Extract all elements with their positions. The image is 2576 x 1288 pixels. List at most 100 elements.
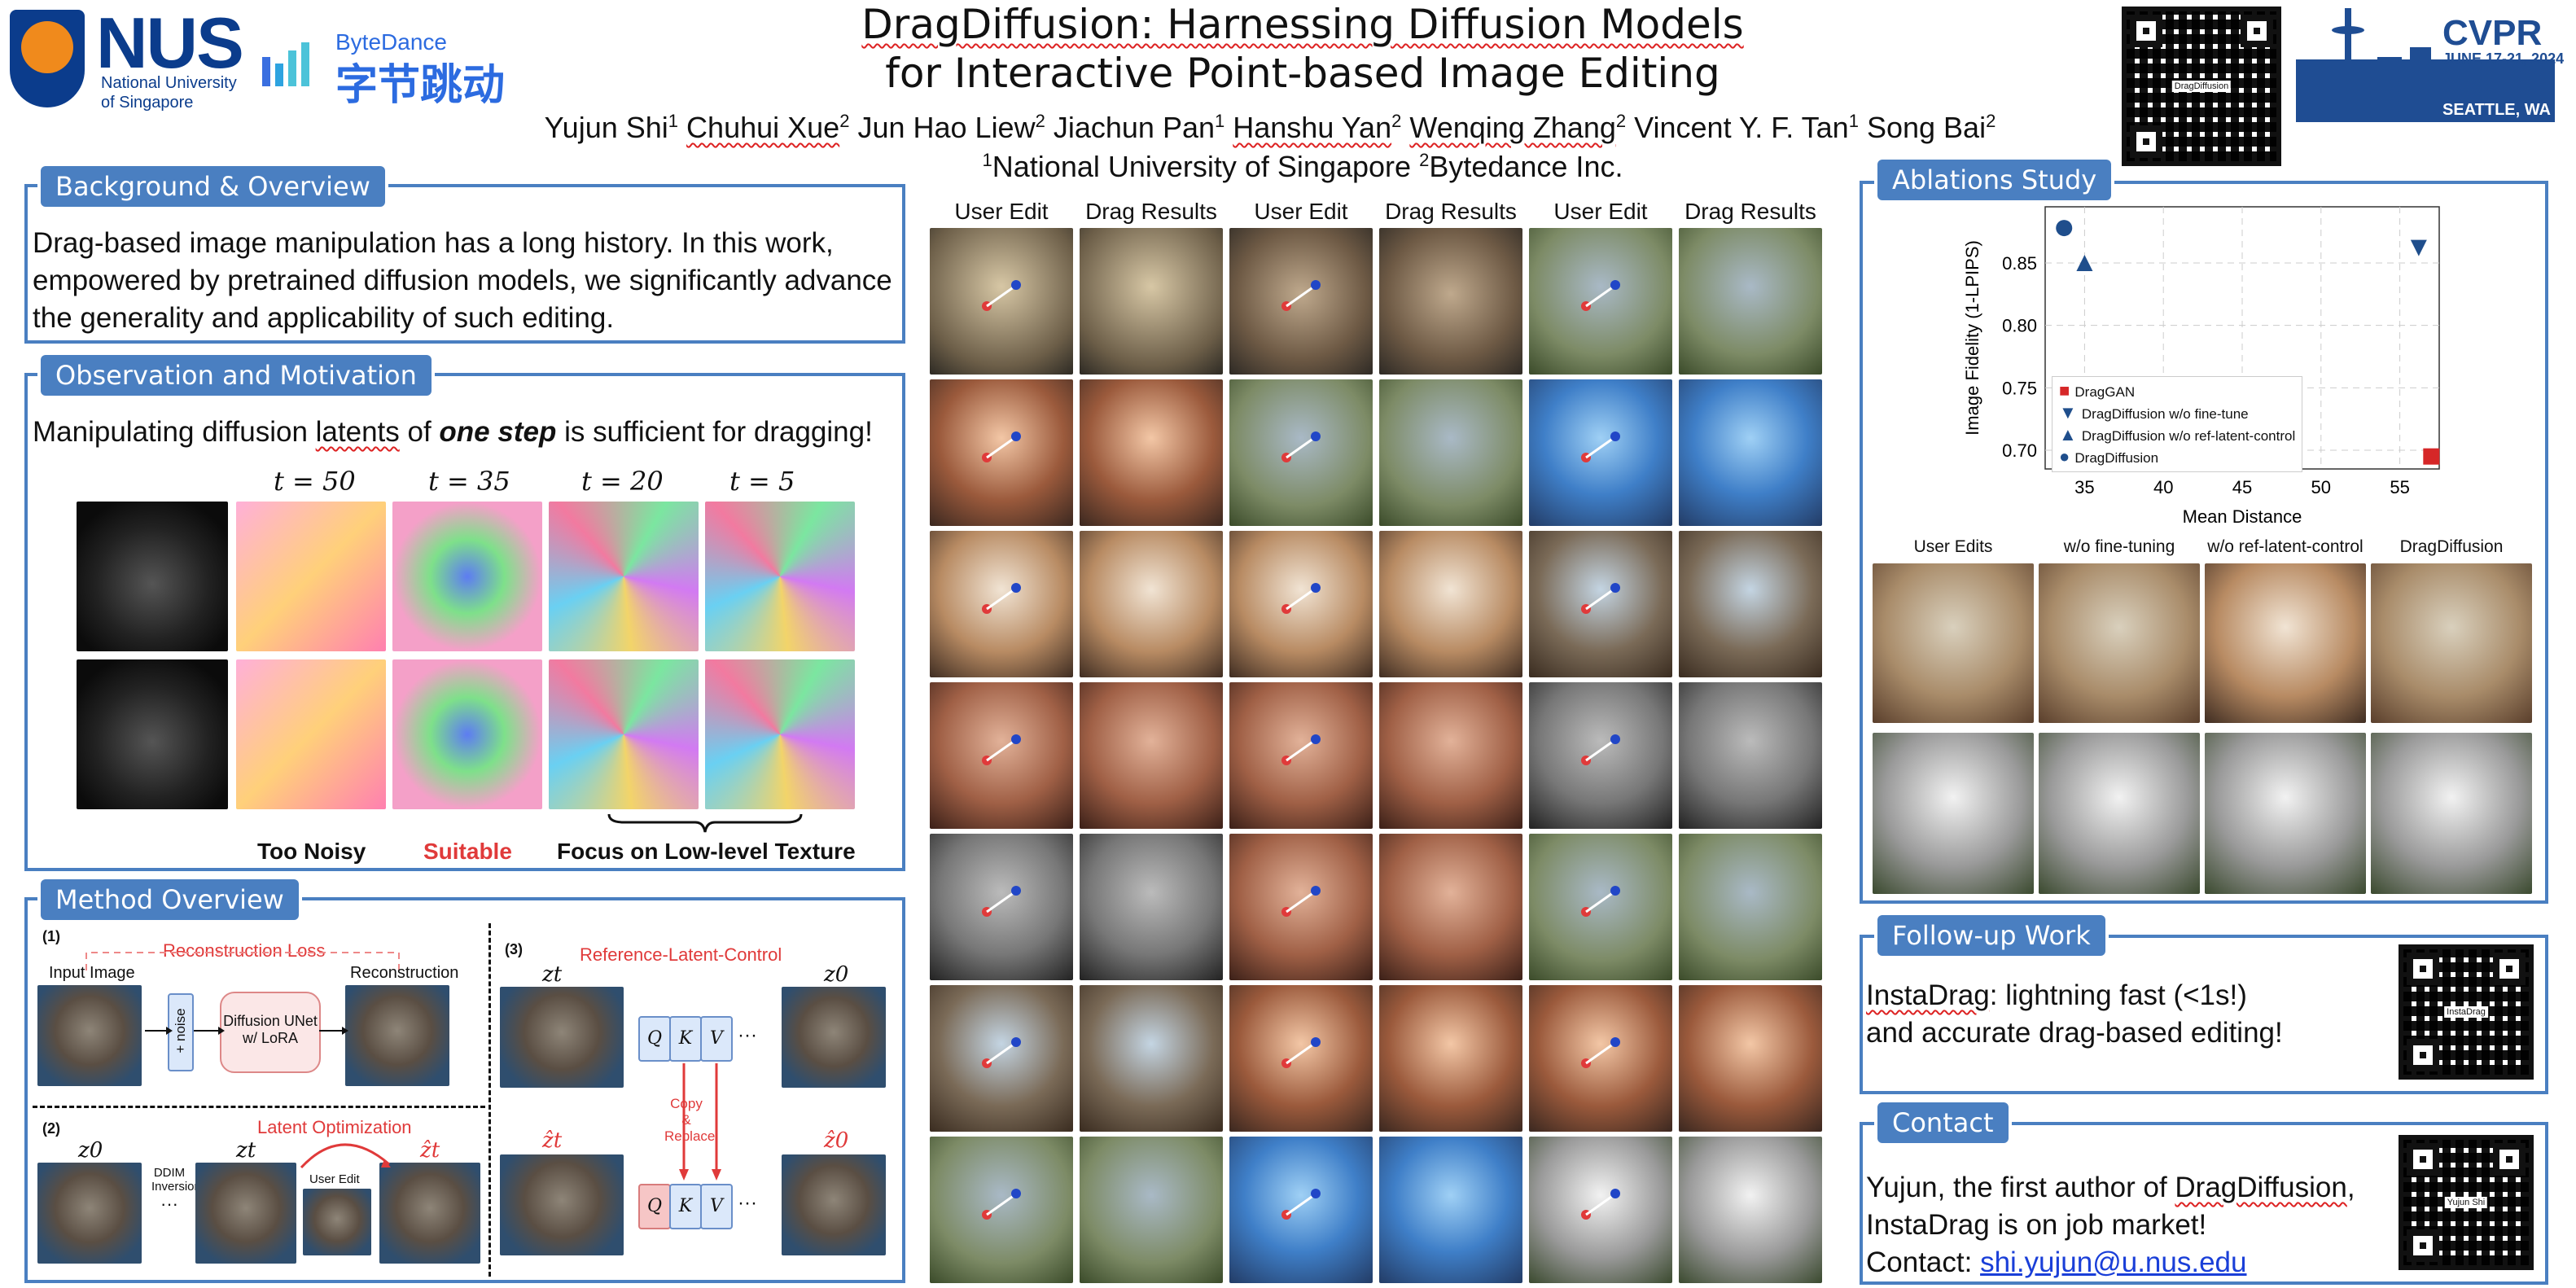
author-name: Song Bai — [1866, 111, 1987, 144]
raccoon-zt-ref-image — [500, 987, 624, 1088]
drag-arrow-icon — [982, 886, 1021, 917]
author-name: Wenqing Zhang — [1409, 111, 1616, 144]
affiliation-number: 2 — [1419, 150, 1430, 170]
drag-arrow-icon — [982, 734, 1021, 765]
background-text: Drag-based image manipulation has a long… — [33, 227, 892, 334]
chart-y-tick-label: 0.85 — [2002, 253, 2037, 274]
legend-entry: ■ DragGAN — [2059, 380, 2295, 402]
timestep-label: t = 50 — [274, 466, 356, 497]
affiliation-name: Bytedance Inc. — [1429, 150, 1623, 183]
user-edit-image — [1229, 1137, 1373, 1283]
background-section: Drag-based image manipulation has a long… — [24, 184, 905, 344]
method-divider-h — [33, 1106, 485, 1108]
obs-text-latents: latents — [315, 416, 400, 448]
author-name: Jun Hao Liew — [857, 111, 1036, 144]
ablation-dog-wo-finetune — [2039, 733, 2200, 894]
drag-result-image — [1679, 834, 1822, 980]
title-line1: DragDiffusion: Harnessing Diffusion Mode… — [861, 1, 1744, 48]
drag-result-image — [1080, 531, 1223, 677]
chart-legend: ■ DragGAN ▼ DragDiffusion w/o fine-tune ▲ … — [2052, 376, 2303, 472]
author-affiliation-mark: 1 — [668, 111, 679, 131]
ablation-heading: Ablations Study — [1877, 160, 2112, 200]
chart-point — [2423, 448, 2440, 465]
method-heading: Method Overview — [41, 879, 299, 920]
drag-arrow-icon — [1281, 734, 1321, 765]
author-qr-caption: Yujun Shi — [2444, 1197, 2488, 1208]
cat-photo — [77, 502, 228, 651]
cvpr-dates: JUNE 17-21, 2024 — [2442, 50, 2565, 67]
contact-email-link[interactable]: shi.yujun@u.nus.edu — [1980, 1246, 2246, 1278]
instadrag-qr-caption: InstaDrag — [2444, 1006, 2488, 1018]
author-affiliation-mark: 2 — [1986, 111, 1996, 131]
dragdiffusion-link: DragDiffusion — [2175, 1172, 2347, 1203]
drag-arrow-icon — [1581, 1037, 1620, 1068]
cat-photo — [77, 659, 228, 809]
legend-label: DragDiffusion — [2074, 450, 2159, 466]
drag-arrow-icon — [982, 1189, 1021, 1220]
drag-arrow-icon — [1281, 583, 1321, 614]
user-edit-image — [930, 834, 1073, 980]
drag-arrow-icon — [1281, 886, 1321, 917]
raccoon-zt-hat-ref-image — [500, 1154, 624, 1255]
results-column-header: Drag Results — [1385, 199, 1517, 224]
user-edit-image — [930, 682, 1073, 829]
z0-label: z0 — [824, 962, 849, 987]
user-edit-image — [930, 379, 1073, 526]
bytedance-logo-icon — [262, 42, 309, 86]
latent-texture-image — [705, 502, 855, 651]
user-edit-image — [1529, 531, 1672, 677]
drag-arrow-icon — [982, 432, 1021, 462]
chart-x-tick-label: 40 — [2153, 477, 2173, 497]
chart-x-tick-label: 45 — [2232, 477, 2252, 497]
user-edit-image — [1229, 834, 1373, 980]
obs-text-post: is sufficient for dragging! — [556, 416, 873, 448]
cvpr-title: CVPR — [2442, 13, 2543, 53]
latent-opt-arc — [300, 1143, 391, 1169]
project-qr-code[interactable]: DragDiffusion — [2122, 7, 2281, 166]
zt-hat-label: ẑt — [542, 1128, 563, 1153]
z0-label: z0 — [78, 1138, 103, 1163]
followup-heading: Follow-up Work — [1877, 915, 2105, 956]
zt-label: zt — [542, 962, 563, 987]
followup-line1: : lightning fast (<1s!) — [1989, 979, 2247, 1011]
user-edit-image — [1529, 1137, 1672, 1283]
user-edit-image — [1229, 682, 1373, 829]
drag-arrow-icon — [982, 1037, 1021, 1068]
raccoon-zt-hat-image — [379, 1163, 480, 1264]
chart-point — [2056, 220, 2073, 237]
author-affiliation-mark: 1 — [1848, 111, 1859, 131]
ablation-dog-user-edit — [1873, 733, 2034, 894]
ablation-statue-wo-finetune — [2039, 563, 2200, 723]
obs-text-pre: Manipulating diffusion — [33, 416, 316, 448]
drag-result-image — [1679, 682, 1822, 829]
drag-result-image — [1379, 379, 1522, 526]
timestep-label: t = 20 — [581, 466, 664, 497]
legend-label: DragGAN — [2074, 384, 2136, 400]
author-affiliation-mark: 2 — [839, 111, 850, 131]
ablation-dog-wo-ref — [2205, 733, 2366, 894]
legend-label: DragDiffusion w/o fine-tune — [2081, 406, 2249, 422]
chart-y-tick-label: 0.80 — [2002, 316, 2037, 336]
observation-heading: Observation and Motivation — [41, 355, 432, 396]
latent-suitable-image — [392, 659, 542, 809]
method-arrows — [145, 1027, 348, 1035]
contact-line2: InstaDrag is on job market! — [1866, 1209, 2207, 1241]
contact-line1-post: , — [2346, 1172, 2355, 1203]
affiliation-number: 1 — [982, 150, 992, 170]
bytedance-logo-cn: 字节跳动 — [335, 62, 506, 109]
k-block: K — [669, 1016, 702, 1062]
nus-logo-wordmark: NUS — [96, 2, 244, 83]
raccoon-input-image — [37, 985, 142, 1086]
drag-result-image — [1379, 228, 1522, 375]
texture-label: Focus on Low-level Texture — [557, 839, 856, 864]
instadrag-qr-code[interactable]: InstaDrag — [2399, 944, 2534, 1080]
ddim-dots: ··· — [160, 1194, 178, 1214]
raccoon-user-edit-image — [303, 1189, 371, 1255]
user-edit-image — [930, 228, 1073, 375]
drag-result-image — [1379, 834, 1522, 980]
obs-text-bold: one step — [439, 416, 557, 448]
copy-arrows — [679, 1063, 721, 1181]
instadrag-link[interactable]: InstaDrag — [1866, 979, 1990, 1011]
followup-line2: and accurate drag-based editing! — [1866, 1017, 2283, 1049]
author-qr-code[interactable]: Yujun Shi — [2399, 1135, 2534, 1270]
